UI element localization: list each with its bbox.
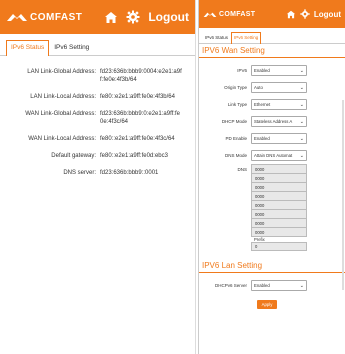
ipv6-status-panel: COMFAST Logout IPv6 Status IPv6 Setting … [0, 0, 196, 354]
scrollbar[interactable] [342, 100, 344, 290]
field-label: Link Type [227, 102, 247, 107]
tab-bar: IPv6 Status IPv6 Setting [199, 28, 345, 44]
status-value: fe80::e2e1:a9ff:fe0e:4f3b/64 [100, 94, 175, 100]
chevron-down-icon: ⌄ [299, 282, 304, 289]
field-pd-enable: PD Enable Enabled ⌄ [199, 130, 345, 147]
field-dhcpv6-server: DHCPv6 Server Enabled ⌄ [199, 277, 345, 294]
comfast-logo-mark [7, 14, 27, 21]
field-dhcp-mode: DHCP Mode Stateless Address A ⌄ [199, 113, 345, 130]
select-value: Stateless Address A [254, 119, 293, 124]
status-row-wan-global: WAN Link-Global Address: fd23:636b:bbb9:… [6, 110, 189, 126]
ipv6-setting-panel: COMFAST Logout IPv6 Status IPv6 Setting … [198, 0, 345, 354]
field-label: PD Enable [225, 136, 247, 141]
status-label: WAN Link-Local Address: [28, 136, 96, 142]
status-label: LAN Link-Global Address: [27, 69, 96, 75]
lan-setting-form: DHCPv6 Server Enabled ⌄ Apply [199, 273, 345, 309]
dhcpv6-server-select[interactable]: Enabled ⌄ [251, 280, 307, 291]
comfast-logo: COMFAST [203, 11, 255, 18]
field-link-type: Link Type Ethernet ⌄ [199, 96, 345, 113]
wan-setting-title: IPV6 Wan Setting [199, 44, 345, 58]
brand-name: COMFAST [30, 11, 83, 23]
select-value: Ethernet [254, 102, 271, 107]
chevron-down-icon: ⌄ [299, 84, 304, 91]
status-value: fe80::e2e1:a9ff:fe0d:ebc3 [100, 153, 168, 159]
tab-bar: IPv6 Status IPv6 Setting [0, 34, 195, 56]
select-value: Enabled [254, 283, 270, 288]
ipv6-select[interactable]: Enabled ⌄ [251, 65, 307, 76]
status-value: fd23:636b:bbb9:0004:e2e1:a9ff:fe0e:4f3b/… [100, 69, 182, 83]
chevron-down-icon: ⌄ [299, 118, 304, 125]
logout-button[interactable]: Logout [148, 10, 189, 24]
field-label: IPV6 [237, 68, 247, 73]
ipv6-status-list: LAN Link-Global Address: fd23:636b:bbb9:… [0, 56, 195, 177]
screenshot-root: COMFAST Logout IPv6 Status IPv6 Setting … [0, 0, 345, 354]
lan-setting-title: IPV6 Lan Setting [199, 259, 345, 273]
dns-mode-select[interactable]: Attain DNS Automat ⌄ [251, 150, 307, 161]
comfast-logo: COMFAST [6, 12, 82, 23]
origin-type-select[interactable]: Auto ⌄ [251, 82, 307, 93]
comfast-logo-mark [203, 12, 217, 17]
field-label: DNS Mode [224, 153, 247, 158]
status-row-lan-local: LAN Link-Local Address: fe80::e2e1:a9ff:… [6, 93, 189, 101]
field-label: DHCP Mode [221, 119, 247, 124]
status-label: Default gateway: [51, 153, 96, 159]
home-icon[interactable] [286, 9, 296, 19]
wan-setting-form: IPV6 Enabled ⌄ Origin Type Auto ⌄ Link T… [199, 58, 345, 251]
field-label: DHCPv6 Server [214, 283, 247, 288]
gear-icon[interactable] [300, 9, 310, 19]
top-bar: COMFAST Logout [199, 0, 345, 28]
gear-icon[interactable] [126, 10, 140, 24]
status-value: fd23:636b:bbb9:0:e2e1:a9ff:fe0e:4f3c/64 [100, 111, 180, 125]
field-label: Origin Type [224, 85, 247, 90]
brand-name: COMFAST [219, 10, 256, 18]
status-row-default-gateway: Default gateway: fe80::e2e1:a9ff:fe0d:eb… [6, 152, 189, 160]
top-bar: COMFAST Logout [0, 0, 195, 34]
chevron-down-icon: ⌄ [299, 101, 304, 108]
status-row-wan-local: WAN Link-Local Address: fe80::e2e1:a9ff:… [6, 135, 189, 143]
home-icon[interactable] [104, 10, 118, 24]
status-label: WAN Link-Global Address: [25, 111, 96, 117]
status-row-dns-server: DNS server: fd23:636b:bbb9::0001 [6, 169, 189, 177]
status-value: fe80::e2e1:a9ff:fe0e:4f3c/64 [100, 136, 175, 142]
status-row-lan-global: LAN Link-Global Address: fd23:636b:bbb9:… [6, 68, 189, 84]
chevron-down-icon: ⌄ [299, 67, 304, 74]
select-value: Enabled [254, 68, 270, 73]
select-value: Auto [254, 85, 263, 90]
field-ipv6: IPV6 Enabled ⌄ [199, 62, 345, 79]
tab-ipv6-setting[interactable]: IPv6 Setting [231, 32, 262, 44]
chevron-down-icon: ⌄ [299, 135, 304, 142]
tab-ipv6-setting[interactable]: IPv6 Setting [49, 40, 94, 55]
apply-button[interactable]: Apply [257, 300, 277, 309]
status-value: fd23:636b:bbb9::0001 [100, 170, 159, 176]
dns-input-list: 0000 0000 0000 0000 0000 0000 0000 0000 … [251, 164, 307, 251]
logout-button[interactable]: Logout [314, 10, 341, 19]
field-label: DNS [237, 167, 247, 172]
prefix-input[interactable]: 0 [251, 242, 307, 251]
dns-input[interactable]: 0000 [251, 227, 307, 237]
select-value: Enabled [254, 136, 270, 141]
status-label: DNS server: [63, 170, 96, 176]
field-dns: DNS 0000 0000 0000 0000 0000 0000 0000 0… [199, 164, 345, 251]
pd-enable-select[interactable]: Enabled ⌄ [251, 133, 307, 144]
chevron-down-icon: ⌄ [299, 152, 304, 159]
field-origin-type: Origin Type Auto ⌄ [199, 79, 345, 96]
tab-ipv6-status[interactable]: IPv6 Status [6, 40, 50, 56]
select-value: Attain DNS Automat [254, 153, 293, 158]
field-dns-mode: DNS Mode Attain DNS Automat ⌄ [199, 147, 345, 164]
tab-ipv6-status[interactable]: IPv6 Status [202, 32, 231, 43]
status-label: LAN Link-Local Address: [30, 94, 96, 100]
dhcp-mode-select[interactable]: Stateless Address A ⌄ [251, 116, 307, 127]
link-type-select[interactable]: Ethernet ⌄ [251, 99, 307, 110]
